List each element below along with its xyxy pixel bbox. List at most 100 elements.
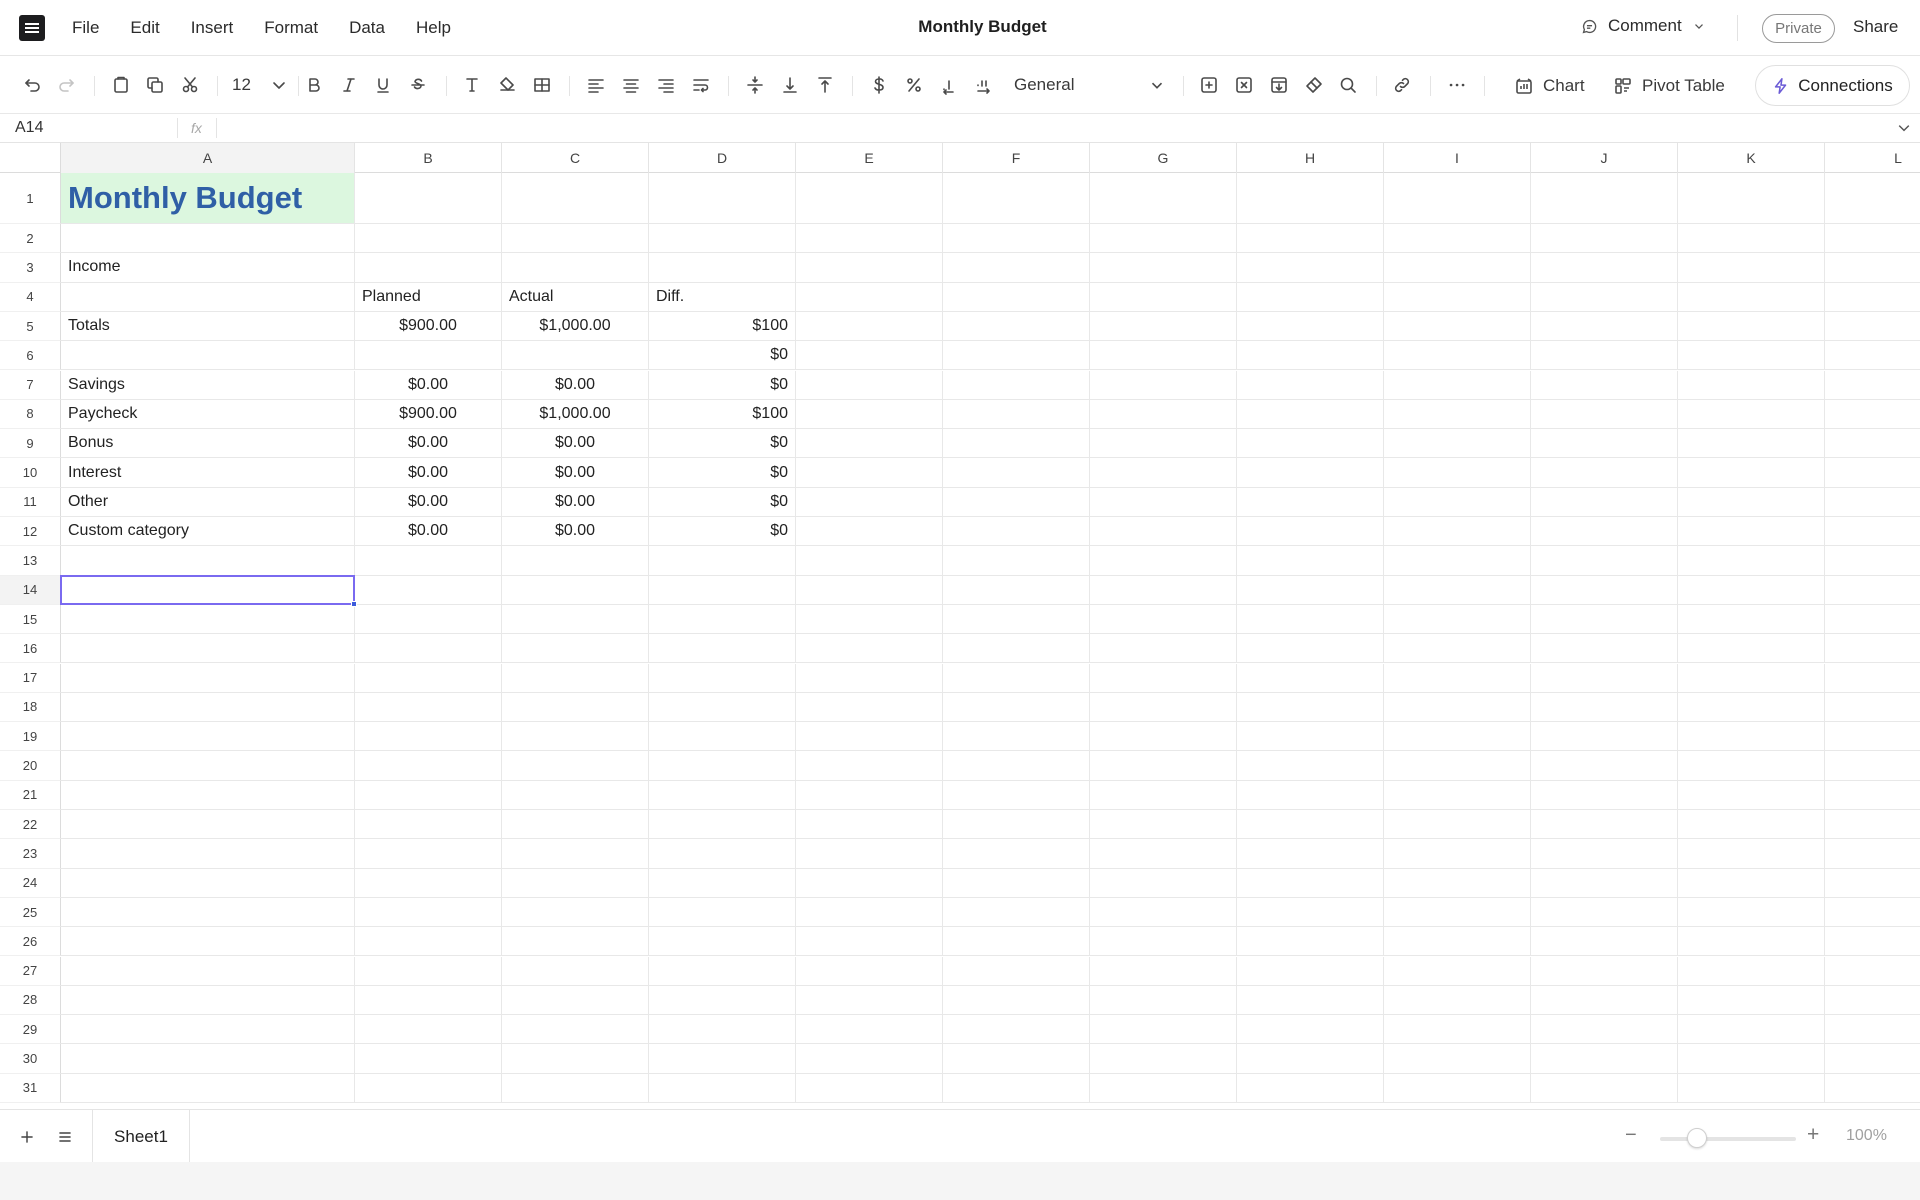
- cell-h24[interactable]: [1237, 868, 1384, 898]
- cell-c10[interactable]: $0.00: [502, 458, 649, 488]
- cell-k29[interactable]: [1678, 1015, 1825, 1045]
- cell-e23[interactable]: [796, 839, 943, 869]
- cell-f11[interactable]: [943, 487, 1090, 517]
- cell-j24[interactable]: [1531, 868, 1678, 898]
- percent-icon[interactable]: [900, 71, 928, 99]
- number-format-select[interactable]: General: [1004, 71, 1172, 99]
- cell-k21[interactable]: [1678, 780, 1825, 810]
- app-logo-icon[interactable]: [19, 15, 45, 41]
- row-header-25[interactable]: 25: [0, 897, 61, 928]
- cell-c8[interactable]: $1,000.00: [502, 399, 649, 430]
- cell-j6[interactable]: [1531, 341, 1678, 371]
- cell-i4[interactable]: [1384, 282, 1531, 312]
- cell-d22[interactable]: [649, 810, 796, 840]
- cell-a27[interactable]: [61, 956, 355, 986]
- cell-l10[interactable]: [1825, 458, 1920, 488]
- cell-g27[interactable]: [1090, 956, 1237, 986]
- cell-i9[interactable]: [1384, 429, 1531, 459]
- borders-icon[interactable]: [528, 71, 556, 99]
- cell-h10[interactable]: [1237, 458, 1384, 488]
- align-left-icon[interactable]: [582, 71, 610, 99]
- cell-j8[interactable]: [1531, 399, 1678, 430]
- cell-g29[interactable]: [1090, 1015, 1237, 1045]
- cell-f15[interactable]: [943, 604, 1090, 635]
- cell-h29[interactable]: [1237, 1015, 1384, 1045]
- cell-h1[interactable]: [1237, 173, 1384, 224]
- cell-i27[interactable]: [1384, 956, 1531, 986]
- cell-a14[interactable]: [61, 575, 355, 605]
- cell-l29[interactable]: [1825, 1015, 1920, 1045]
- cell-h8[interactable]: [1237, 399, 1384, 430]
- cell-f25[interactable]: [943, 897, 1090, 928]
- cell-i12[interactable]: [1384, 517, 1531, 547]
- cell-h3[interactable]: [1237, 253, 1384, 283]
- cell-f24[interactable]: [943, 868, 1090, 898]
- cell-g15[interactable]: [1090, 604, 1237, 635]
- cell-l23[interactable]: [1825, 839, 1920, 869]
- cell-k2[interactable]: [1678, 224, 1825, 254]
- cell-g22[interactable]: [1090, 810, 1237, 840]
- cell-c20[interactable]: [502, 751, 649, 781]
- row-header-24[interactable]: 24: [0, 868, 61, 898]
- cell-h26[interactable]: [1237, 927, 1384, 957]
- cell-e15[interactable]: [796, 604, 943, 635]
- wrap-text-icon[interactable]: [687, 71, 715, 99]
- column-header-h[interactable]: H: [1237, 143, 1384, 173]
- menu-help[interactable]: Help: [416, 18, 451, 38]
- valign-middle-icon[interactable]: [741, 71, 769, 99]
- chevron-down-icon[interactable]: [265, 71, 293, 99]
- cell-h11[interactable]: [1237, 487, 1384, 517]
- cell-g17[interactable]: [1090, 663, 1237, 693]
- cell-h27[interactable]: [1237, 956, 1384, 986]
- cell-e24[interactable]: [796, 868, 943, 898]
- cell-f4[interactable]: [943, 282, 1090, 312]
- document-title[interactable]: Monthly Budget: [918, 17, 1046, 36]
- cell-l12[interactable]: [1825, 517, 1920, 547]
- cell-j29[interactable]: [1531, 1015, 1678, 1045]
- pivot-table-button[interactable]: Pivot Table: [1613, 71, 1725, 101]
- cell-i11[interactable]: [1384, 487, 1531, 517]
- cell-i31[interactable]: [1384, 1073, 1531, 1103]
- sheet-tab[interactable]: Sheet1: [92, 1110, 190, 1163]
- cell-l2[interactable]: [1825, 224, 1920, 254]
- cell-j26[interactable]: [1531, 927, 1678, 957]
- cell-d21[interactable]: [649, 780, 796, 810]
- cell-j19[interactable]: [1531, 722, 1678, 752]
- cell-i2[interactable]: [1384, 224, 1531, 254]
- cell-e7[interactable]: [796, 370, 943, 400]
- cell-a26[interactable]: [61, 927, 355, 957]
- cell-e6[interactable]: [796, 341, 943, 371]
- cell-e20[interactable]: [796, 751, 943, 781]
- cell-a23[interactable]: [61, 839, 355, 869]
- cell-g25[interactable]: [1090, 897, 1237, 928]
- cell-f7[interactable]: [943, 370, 1090, 400]
- cell-k23[interactable]: [1678, 839, 1825, 869]
- cell-f16[interactable]: [943, 634, 1090, 664]
- cell-c27[interactable]: [502, 956, 649, 986]
- cell-f30[interactable]: [943, 1044, 1090, 1074]
- comment-button[interactable]: Comment: [1581, 16, 1706, 36]
- cell-k7[interactable]: [1678, 370, 1825, 400]
- row-header-8[interactable]: 8: [0, 399, 61, 430]
- cell-k12[interactable]: [1678, 517, 1825, 547]
- cell-d11[interactable]: $0: [649, 487, 796, 517]
- cell-g31[interactable]: [1090, 1073, 1237, 1103]
- cell-d6[interactable]: $0: [649, 341, 796, 371]
- cell-l4[interactable]: [1825, 283, 1920, 312]
- cell-d2[interactable]: [649, 224, 796, 254]
- cell-d17[interactable]: [649, 663, 796, 693]
- cell-c31[interactable]: [502, 1073, 649, 1103]
- cell-h13[interactable]: [1237, 546, 1384, 576]
- column-header-l[interactable]: L: [1825, 143, 1920, 173]
- cell-c4[interactable]: Actual: [502, 282, 649, 312]
- cell-e29[interactable]: [796, 1015, 943, 1045]
- cell-i23[interactable]: [1384, 839, 1531, 869]
- cell-l26[interactable]: [1825, 927, 1920, 957]
- cell-g26[interactable]: [1090, 927, 1237, 957]
- more-icon[interactable]: [1443, 71, 1471, 99]
- cell-i6[interactable]: [1384, 341, 1531, 371]
- menu-edit[interactable]: Edit: [130, 18, 159, 38]
- cell-k13[interactable]: [1678, 546, 1825, 576]
- cell-h18[interactable]: [1237, 692, 1384, 723]
- cell-d19[interactable]: [649, 722, 796, 752]
